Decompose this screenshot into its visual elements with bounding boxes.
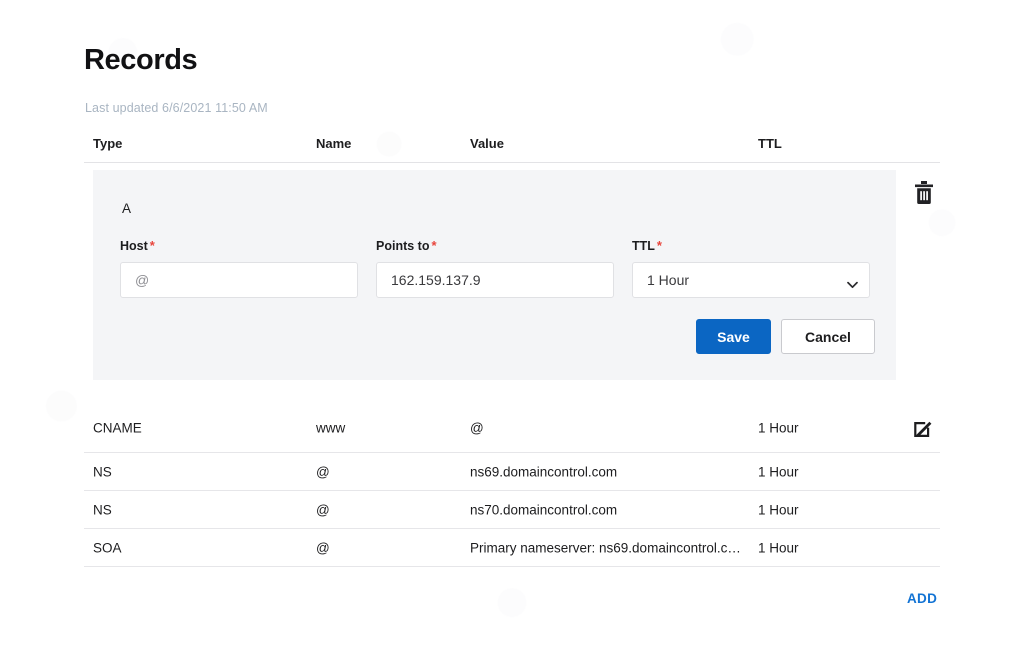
- column-header-name: Name: [316, 136, 352, 151]
- column-header-value: Value: [470, 136, 504, 151]
- ttl-required-marker: *: [656, 238, 662, 253]
- row-type: NS: [93, 502, 112, 517]
- table-row[interactable]: SOA @ Primary nameserver: ns69.domaincon…: [84, 529, 940, 567]
- cancel-button[interactable]: Cancel: [781, 319, 875, 354]
- records-list: CNAME www @ 1 Hour NS @ ns69.domaincontr…: [84, 404, 940, 567]
- row-value: ns70.domaincontrol.com: [470, 502, 618, 517]
- edit-panel-actions: Save Cancel: [696, 319, 875, 354]
- host-label-text: Host: [120, 239, 148, 253]
- row-ttl: 1 Hour: [758, 502, 799, 517]
- host-required-marker: *: [149, 238, 155, 253]
- row-ttl: 1 Hour: [758, 540, 799, 555]
- page-title: Records: [84, 44, 198, 76]
- points-to-required-marker: *: [431, 238, 437, 253]
- row-name: @: [316, 464, 330, 479]
- host-field-group: Host *: [120, 238, 358, 298]
- points-to-input[interactable]: [376, 262, 614, 298]
- records-table-header: Type Name Value TTL: [84, 136, 940, 163]
- last-updated-text: Last updated 6/6/2021 11:50 AM: [85, 101, 268, 115]
- ttl-field-group: TTL* 1/2 Hour1 Hour12 Hours1 DayCustom: [632, 238, 870, 298]
- ttl-select-wrapper: 1/2 Hour1 Hour12 Hours1 DayCustom: [632, 262, 870, 298]
- host-input[interactable]: [120, 262, 358, 298]
- ttl-field-label: TTL *: [632, 238, 870, 253]
- ttl-label-text: TTL: [632, 239, 655, 253]
- records-page: Records Last updated 6/6/2021 11:50 AM T…: [0, 0, 1024, 655]
- row-value: @: [470, 420, 484, 436]
- save-button[interactable]: Save: [696, 319, 771, 354]
- column-header-type: Type: [93, 136, 123, 151]
- row-ttl: 1 Hour: [758, 464, 799, 479]
- row-value: ns69.domaincontrol.com: [470, 464, 618, 479]
- row-ttl: 1 Hour: [758, 420, 799, 436]
- row-name: www: [316, 420, 346, 436]
- row-name: @: [316, 540, 330, 555]
- column-header-ttl: TTL: [758, 136, 782, 151]
- points-to-field-group: Points to *: [376, 238, 614, 298]
- row-type: NS: [93, 464, 112, 479]
- edit-pencil-icon[interactable]: [912, 417, 934, 439]
- table-row[interactable]: NS @ ns70.domaincontrol.com 1 Hour: [84, 491, 940, 529]
- add-record-link[interactable]: ADD: [907, 591, 937, 606]
- trash-icon[interactable]: [912, 180, 936, 206]
- points-to-label-text: Points to: [376, 239, 430, 253]
- table-row[interactable]: CNAME www @ 1 Hour: [84, 404, 940, 453]
- points-to-field-label: Points to *: [376, 238, 614, 253]
- host-field-label: Host *: [120, 238, 358, 253]
- ttl-select[interactable]: 1/2 Hour1 Hour12 Hours1 DayCustom: [632, 262, 870, 298]
- row-name: @: [316, 502, 330, 517]
- edit-panel-record-type: A: [122, 201, 132, 216]
- row-value: Primary nameserver: ns69.domaincontrol.c…: [470, 540, 742, 555]
- row-type: CNAME: [93, 420, 142, 436]
- table-row[interactable]: NS @ ns69.domaincontrol.com 1 Hour: [84, 453, 940, 491]
- row-type: SOA: [93, 540, 122, 555]
